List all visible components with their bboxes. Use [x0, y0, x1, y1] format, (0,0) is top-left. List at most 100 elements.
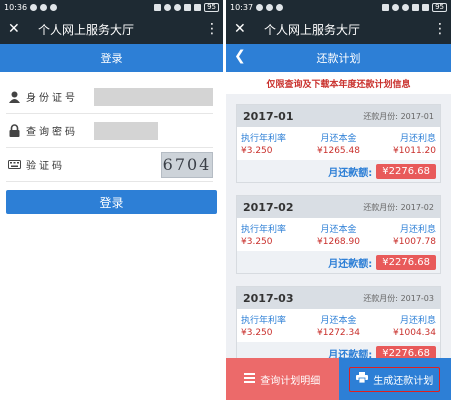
principal-value: ¥1265.48: [317, 146, 360, 156]
rate-value: ¥3.250: [241, 237, 273, 247]
user-icon: [6, 90, 22, 104]
page-title: 还款计划: [316, 52, 361, 65]
captcha-label: 验证码: [26, 161, 65, 172]
generate-plan-highlight: 生成还款计划: [349, 366, 441, 392]
interest-value: ¥1011.20: [393, 146, 436, 156]
print-icon: [356, 372, 369, 386]
card-total: 月还款额: ¥2276.68: [237, 251, 440, 273]
bluetooth-icon: [154, 3, 162, 11]
notification-icon: [276, 3, 284, 11]
bottom-action-bar: 查询计划明细 生成还款计划: [226, 358, 451, 400]
password-input[interactable]: [94, 121, 158, 140]
interest-label: 月还利息: [399, 225, 436, 235]
captcha-image[interactable]: 6704: [161, 151, 213, 178]
notice-text: 仅限查询及下载本年度还款计划信息: [226, 72, 451, 94]
notification-icon: [50, 3, 58, 11]
interest-label: 月还利息: [399, 316, 436, 326]
rate-value: ¥3.250: [241, 146, 273, 156]
list-icon: [244, 372, 256, 386]
month-label: 还款月份:: [363, 111, 399, 121]
generate-plan-label: 生成还款计划: [373, 375, 434, 387]
repayment-card: 2017-02 还款月份: 2017-02 执行年利率 ¥3.250 月还本金 ¥1…: [236, 195, 441, 274]
app-title: 个人网上服务大厅: [38, 22, 135, 37]
principal-col: 月还本金 ¥1268.90: [306, 222, 371, 247]
rate-label: 执行年利率: [241, 316, 287, 326]
password-label: 查询密码: [26, 127, 78, 138]
captcha-row: 验证码 6704: [6, 148, 213, 182]
status-time: 10:36: [4, 2, 28, 12]
more-icon[interactable]: ⋮: [205, 21, 219, 37]
lock-icon: [6, 124, 22, 138]
repayment-card: 2017-01 还款月份: 2017-01 执行年利率 ¥3.250 月还本金 ¥1…: [236, 104, 441, 183]
id-number-label: 身份证号: [26, 93, 78, 104]
query-plan-label: 查询计划明细: [260, 375, 321, 387]
page-title: 登录: [100, 52, 123, 65]
total-label: 月还款额:: [328, 167, 373, 179]
page-header: ❮ 还款计划: [226, 44, 451, 72]
card-month: 还款月份: 2017-01: [363, 111, 434, 122]
repayment-plan-screen: 10:37 95 ✕ 个人网上服务大厅 ⋮ ❮ 还款计划 仅限查询及下载本年度还…: [226, 0, 451, 400]
bluetooth-icon: [382, 3, 390, 11]
repayment-list: 2017-01 还款月份: 2017-01 执行年利率 ¥3.250 月还本金 ¥1…: [226, 104, 451, 365]
generate-plan-button[interactable]: 生成还款计划: [338, 358, 451, 400]
principal-value: ¥1268.90: [317, 237, 360, 247]
card-columns: 执行年利率 ¥3.250 月还本金 ¥1272.34 月还利息 ¥1004.34: [237, 309, 440, 338]
weibo-icon: [40, 3, 48, 11]
principal-label: 月还本金: [320, 134, 357, 144]
card-total: 月还款额: ¥2276.68: [237, 160, 440, 182]
close-icon[interactable]: ✕: [8, 21, 24, 37]
principal-label: 月还本金: [320, 316, 357, 326]
login-button[interactable]: 登录: [6, 190, 217, 214]
card-period: 2017-02: [243, 200, 294, 214]
card-month: 还款月份: 2017-02: [363, 202, 434, 213]
more-icon[interactable]: ⋮: [433, 21, 447, 37]
alarm-icon: [174, 3, 182, 11]
keyboard-icon: [6, 158, 22, 172]
signal-icon: [422, 3, 430, 11]
interest-label: 月还利息: [399, 134, 436, 144]
app-bar: ✕ 个人网上服务大厅 ⋮: [226, 14, 451, 44]
weibo-icon: [266, 3, 274, 11]
rate-col: 执行年利率 ¥3.250: [241, 131, 306, 156]
id-number-row: 身份证号: [6, 80, 213, 114]
principal-value: ¥1272.34: [317, 328, 360, 338]
id-number-input[interactable]: [94, 87, 213, 106]
captcha-input[interactable]: [94, 156, 155, 174]
close-icon[interactable]: ✕: [234, 21, 250, 37]
card-period: 2017-03: [243, 291, 294, 305]
card-columns: 执行年利率 ¥3.250 月还本金 ¥1265.48 月还利息 ¥1011.20: [237, 127, 440, 156]
headset-icon: [164, 3, 172, 11]
back-icon[interactable]: ❮: [234, 48, 246, 64]
interest-col: 月还利息 ¥1011.20: [371, 131, 436, 156]
total-value: ¥2276.68: [376, 163, 436, 179]
headset-icon: [392, 3, 400, 11]
interest-value: ¥1004.34: [393, 328, 436, 338]
message-icon: [30, 3, 38, 11]
login-form: 身份证号 查询密码 验证码 6704: [0, 72, 223, 182]
login-screen: 10:36 95 ✕ 个人网上服务大厅 ⋮ 登录 身份证号 查询密码 验证码 6…: [0, 0, 223, 400]
wifi-icon: [184, 3, 192, 11]
status-time: 10:37: [230, 2, 254, 12]
total-value: ¥2276.68: [376, 254, 436, 270]
interest-value: ¥1007.78: [393, 237, 436, 247]
rate-col: 执行年利率 ¥3.250: [241, 222, 306, 247]
rate-label: 执行年利率: [241, 134, 287, 144]
card-period: 2017-01: [243, 109, 294, 123]
month-value: 2017-03: [400, 293, 434, 303]
principal-col: 月还本金 ¥1265.48: [306, 131, 371, 156]
month-value: 2017-01: [400, 111, 434, 121]
principal-col: 月还本金 ¥1272.34: [306, 313, 371, 338]
rate-value: ¥3.250: [241, 328, 273, 338]
signal-icon: [194, 3, 202, 11]
wifi-icon: [412, 3, 420, 11]
card-month: 还款月份: 2017-03: [363, 293, 434, 304]
battery-level: 95: [204, 2, 219, 12]
month-label: 还款月份:: [363, 293, 399, 303]
repayment-card: 2017-03 还款月份: 2017-03 执行年利率 ¥3.250 月还本金 ¥1…: [236, 286, 441, 365]
query-plan-button[interactable]: 查询计划明细: [226, 358, 339, 400]
password-row: 查询密码: [6, 114, 213, 148]
rate-label: 执行年利率: [241, 225, 287, 235]
card-header: 2017-03 还款月份: 2017-03: [237, 287, 440, 309]
month-value: 2017-02: [400, 202, 434, 212]
month-label: 还款月份:: [363, 202, 399, 212]
